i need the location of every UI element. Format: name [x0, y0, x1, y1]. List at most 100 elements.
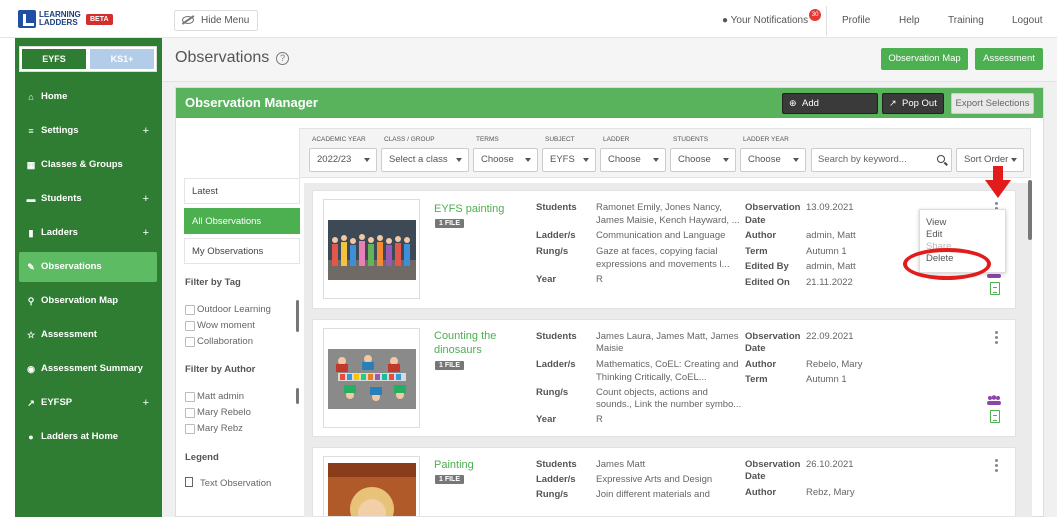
notifications-link[interactable]: ● Your Notifications 30: [722, 9, 822, 26]
filter-bar: ACADEMIC YEAR CLASS / GROUP TERMS SUBJEC…: [299, 128, 1031, 178]
tag-checkbox[interactable]: Collaboration: [185, 336, 253, 348]
tab-all-observations[interactable]: All Observations: [184, 208, 300, 234]
academic-year-select[interactable]: 2022/23: [309, 148, 377, 172]
search-icon[interactable]: [937, 155, 945, 163]
tag-list-scrollbar[interactable]: [296, 300, 299, 332]
ks1-level-button[interactable]: KS1+: [90, 49, 154, 69]
logout-link[interactable]: Logout: [1012, 15, 1043, 26]
tag-checkbox[interactable]: Outdoor Learning: [185, 304, 271, 316]
sidebar-item-label: Home: [41, 91, 68, 102]
notification-count-badge: 30: [809, 9, 822, 21]
menu-item-view[interactable]: View: [926, 217, 946, 228]
rungs-label: Rung/s: [536, 387, 569, 398]
assessment-button[interactable]: Assessment: [975, 48, 1043, 70]
list-scrollbar[interactable]: [1028, 180, 1032, 240]
author-label: Matt admin: [197, 391, 244, 402]
question-circle-icon[interactable]: ?: [276, 52, 289, 65]
sidebar-item-observation-map[interactable]: ⚲ Observation Map: [19, 286, 157, 316]
observation-map-button[interactable]: Observation Map: [881, 48, 968, 70]
caret-down-icon: [525, 158, 531, 162]
home-icon: ⌂: [28, 92, 34, 102]
top-bar: LEARNING LADDERS BETA Hide Menu ● Your N…: [0, 0, 1057, 38]
hide-menu-label: Hide Menu: [201, 15, 250, 26]
eyfs-level-button[interactable]: EYFS: [22, 49, 86, 69]
observation-thumbnail[interactable]: [323, 328, 420, 428]
sidebar-item-students[interactable]: ▬ Students +: [19, 184, 157, 214]
sidebar-item-observations[interactable]: ✎ Observations: [19, 252, 157, 282]
author-label: Mary Rebz: [197, 423, 243, 434]
sidebar-item-label: Ladders at Home: [41, 431, 119, 442]
observation-title[interactable]: EYFS painting: [434, 202, 504, 216]
observation-card[interactable]: Counting the dinosaurs 1 FILE Students J…: [312, 319, 1016, 437]
sidebar-item-settings[interactable]: ≡ Settings +: [19, 116, 157, 146]
author-checkbox[interactable]: Matt admin: [185, 391, 244, 403]
spreadsheet-file-icon: [990, 282, 1000, 295]
year-label: Year: [536, 414, 557, 425]
sidebar-item-label: Assessment: [41, 329, 97, 340]
sidebar-item-ladders[interactable]: ▮ Ladders +: [19, 218, 157, 248]
more-options-icon[interactable]: [995, 331, 999, 345]
file-count-badge: 1 FILE: [435, 475, 465, 484]
observation-date-label: Date: [745, 215, 766, 226]
sidebar-item-home[interactable]: ⌂ Home: [19, 82, 157, 112]
expand-icon: +: [142, 397, 149, 409]
sidebar-item-classes-groups[interactable]: ▦ Classes & Groups: [19, 150, 157, 180]
sidebar-item-assessment-summary[interactable]: ◉ Assessment Summary: [19, 354, 157, 384]
tag-checkbox[interactable]: Wow moment: [185, 320, 255, 332]
ladder-year-select[interactable]: Choose: [740, 148, 806, 172]
search-input[interactable]: Search by keyword...: [811, 148, 952, 172]
filter-by-author-title: Filter by Author: [185, 364, 256, 375]
class-group-select[interactable]: Select a class: [381, 148, 469, 172]
sidebar-item-label: Students: [41, 193, 82, 204]
add-observation-button[interactable]: ⊕ Add Observation: [782, 93, 878, 128]
sidebar-item-label: Observations: [41, 261, 102, 272]
pencil-icon: ✎: [27, 262, 35, 272]
ladders-value: Expressive Arts and Design: [596, 474, 713, 485]
learning-ladders-logo[interactable]: LEARNING LADDERS BETA: [18, 10, 113, 28]
hide-menu-button[interactable]: Hide Menu: [174, 10, 259, 31]
menu-item-edit[interactable]: Edit: [926, 229, 942, 240]
sidebar-item-assessment[interactable]: ☆ Assessment: [19, 320, 157, 350]
spreadsheet-file-icon: [990, 410, 1000, 423]
observation-card[interactable]: Painting 1 FILE Students James Matt Ladd…: [312, 447, 1016, 517]
observation-thumbnail[interactable]: [323, 456, 420, 516]
tag-label: Wow moment: [197, 320, 255, 331]
observation-thumbnail[interactable]: [323, 199, 420, 299]
more-options-icon[interactable]: [995, 459, 999, 473]
help-link[interactable]: Help: [899, 15, 920, 26]
caret-down-icon: [583, 158, 589, 162]
sidebar-item-ladders-at-home[interactable]: ● Ladders at Home: [19, 422, 157, 452]
sidebar-item-eyfsp[interactable]: ↗ EYFSP +: [19, 388, 157, 418]
students-label: Students: [536, 331, 577, 342]
terms-select[interactable]: Choose: [473, 148, 538, 172]
add-observation-label: Add Observation: [802, 98, 854, 128]
ladder-select[interactable]: Choose: [600, 148, 666, 172]
author-checkbox[interactable]: Mary Rebz: [185, 423, 243, 435]
observation-title[interactable]: dinosaurs: [434, 343, 482, 357]
eye-slash-icon: [182, 16, 194, 24]
export-selections-button[interactable]: Export Selections: [951, 93, 1034, 114]
manager-header-bar: Observation Manager ⊕ Add Observation ↗ Po…: [176, 88, 1043, 128]
profile-link[interactable]: Profile: [842, 15, 870, 26]
subject-label: SUBJECT: [545, 136, 575, 143]
tab-latest[interactable]: Latest: [184, 178, 300, 204]
legend-title: Legend: [185, 452, 219, 463]
comments-icon: ●: [722, 15, 731, 26]
students-value: James Maisie, Kench Hayward, ...: [596, 215, 740, 226]
search-placeholder: Search by keyword...: [818, 154, 907, 165]
select-value: Choose: [678, 154, 711, 165]
pop-out-button[interactable]: ↗ Pop Out: [882, 93, 944, 114]
training-link[interactable]: Training: [948, 15, 984, 26]
observation-date-value: 13.09.2021: [806, 202, 854, 213]
tab-my-observations[interactable]: My Observations: [184, 238, 300, 264]
observation-title[interactable]: Painting: [434, 458, 474, 472]
author-list-scrollbar[interactable]: [296, 388, 299, 404]
author-label: Author: [745, 487, 777, 498]
caret-down-icon: [364, 158, 370, 162]
observation-title[interactable]: Counting the: [434, 329, 496, 343]
observation-card[interactable]: EYFS painting 1 FILE Students Ramonet Em…: [312, 190, 1016, 309]
year-label: Year: [536, 274, 557, 285]
students-select[interactable]: Choose: [670, 148, 736, 172]
author-checkbox[interactable]: Mary Rebelo: [185, 407, 251, 419]
subject-select[interactable]: EYFS: [542, 148, 596, 172]
